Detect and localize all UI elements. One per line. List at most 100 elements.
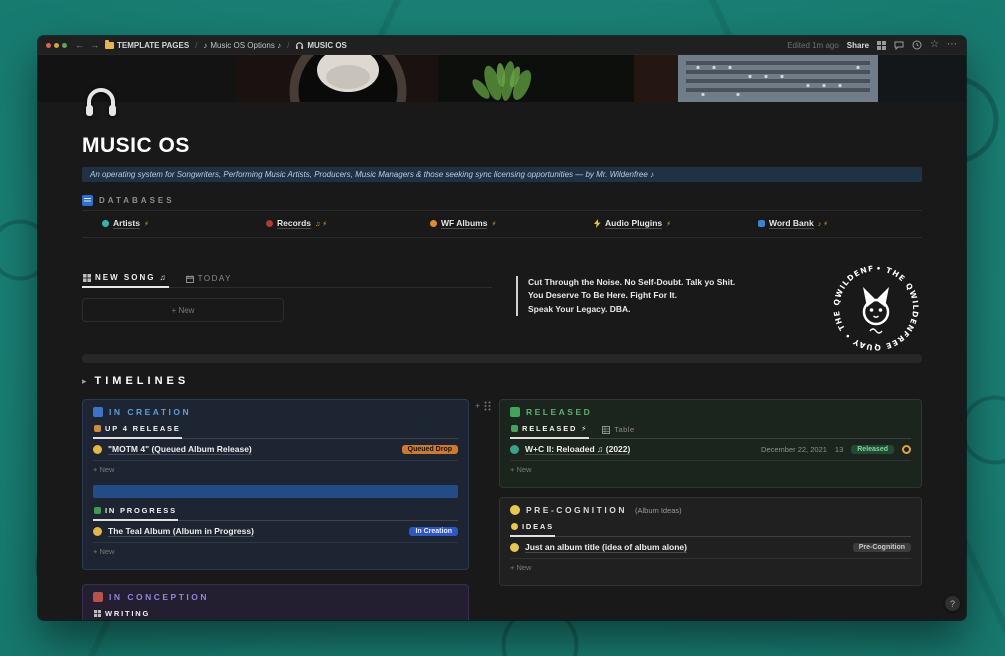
plus-icon[interactable]: +	[475, 401, 480, 411]
card-header: RELEASED	[510, 407, 911, 418]
tab-new-song[interactable]: NEW SONG ♫	[82, 270, 169, 289]
tab-released[interactable]: RELEASED ⚡	[510, 422, 590, 440]
page-icon-headphones[interactable]	[82, 82, 120, 120]
breadcrumb-separator: /	[287, 40, 290, 50]
back-arrow-icon[interactable]: ←	[75, 40, 84, 50]
right-column: RELEASED RELEASED ⚡ Table W+C II: Reload…	[499, 399, 922, 587]
forward-arrow-icon[interactable]: →	[90, 40, 99, 50]
status-badge: Pre-Cognition	[852, 543, 911, 553]
database-link-artists[interactable]: Artists ⚡	[102, 218, 266, 230]
status-badge: Released	[851, 445, 894, 455]
breadcrumb-label: TEMPLATE PAGES	[117, 40, 190, 50]
minimize-window-icon[interactable]	[54, 42, 59, 48]
traffic-lights	[46, 42, 67, 48]
tab-table[interactable]: Table	[601, 423, 635, 438]
board-icon	[94, 610, 101, 618]
close-window-icon[interactable]	[46, 42, 51, 48]
comments-icon[interactable]	[894, 41, 904, 50]
row-title: W+C II: Reloaded ♫ (2022)	[525, 444, 631, 456]
tab-up4release[interactable]: UP 4 RELEASE	[93, 422, 182, 440]
star-icon[interactable]: ☆	[930, 40, 939, 50]
tab-label: UP 4 RELEASE	[105, 424, 181, 434]
help-button[interactable]: ?	[945, 596, 960, 611]
new-song-tabs: NEW SONG ♫ TODAY	[82, 270, 492, 289]
databases-heading: DATABASES	[99, 196, 175, 205]
database-link-audio-plugins[interactable]: Audio Plugins ⚡	[594, 218, 758, 230]
status-badge: Queued Drop	[401, 445, 458, 455]
smiley-icon	[93, 527, 102, 537]
timelines-columns: + IN CREATION UP 4 RELEASE "MOTM 4" (Que…	[82, 399, 922, 620]
track-count: 13	[834, 445, 844, 455]
breadcrumb-music-os-options[interactable]: ♪ Music OS Options ♪	[203, 41, 281, 50]
bolt-icon: ♪ ⚡	[817, 220, 829, 228]
toggle-triangle-icon[interactable]: ▸	[82, 376, 87, 387]
add-new-button[interactable]: + New	[510, 461, 911, 478]
card-title: IN CONCEPTION	[109, 592, 210, 603]
page-content: MUSIC OS An operating system for Songwri…	[38, 134, 966, 620]
card-title: RELEASED	[526, 407, 593, 418]
row-title: Just an album title (idea of album alone…	[525, 542, 687, 554]
card-tabs: IN PROGRESS	[93, 504, 458, 522]
more-icon[interactable]: ⋯	[947, 40, 958, 50]
titlebar: ← → TEMPLATE PAGES / ♪ Music OS Options …	[38, 36, 966, 55]
bolt-icon: ⚡	[143, 220, 149, 228]
package-icon	[94, 425, 101, 433]
breadcrumb-template-pages[interactable]: TEMPLATE PAGES	[105, 39, 190, 50]
artists-icon	[102, 220, 109, 228]
card-header: PRE-COGNITION (Album Ideas)	[510, 505, 911, 516]
drag-dots-icon[interactable]	[484, 401, 491, 411]
status-badge: In Creation	[409, 527, 458, 537]
status-ring-icon	[902, 445, 911, 455]
row-album-title-idea[interactable]: Just an album title (idea of album alone…	[510, 537, 911, 560]
clock-icon[interactable]	[912, 40, 922, 50]
breadcrumb-label: Music OS Options ♪	[210, 40, 282, 50]
share-button[interactable]: Share	[847, 41, 869, 50]
tab-label: WRITING	[105, 609, 151, 619]
row-title: "MOTM 4" (Queued Album Release)	[108, 444, 252, 456]
breadcrumb-music-os[interactable]: MUSIC OS	[295, 41, 347, 50]
row-meta: Queued Drop	[401, 445, 458, 455]
row-teal-album[interactable]: The Teal Album (Album in Progress) In Cr…	[93, 521, 458, 544]
row-wc2-reloaded[interactable]: W+C II: Reloaded ♫ (2022) December 22, 2…	[510, 439, 911, 462]
database-link-wf-albums[interactable]: WF Albums ⚡	[430, 218, 594, 230]
tab-label: IDEAS	[522, 522, 554, 532]
brand-logo-qwildenfree: • THE QWILDENFREE QUAY • THE QWILDENFREE…	[830, 262, 922, 354]
red-book-icon	[93, 592, 103, 603]
music-note-icon	[94, 507, 101, 515]
bulb-icon	[510, 505, 520, 516]
quote-text: Cut Through the Noise. No Self-Doubt. Ta…	[516, 276, 802, 316]
database-link-label: Records	[277, 218, 312, 230]
database-link-label: Word Bank	[769, 218, 814, 230]
column-drag-handle[interactable]: +	[475, 401, 491, 411]
blue-book-icon	[93, 407, 103, 418]
tab-label: Table	[614, 425, 635, 435]
row-title: The Teal Album (Album in Progress)	[108, 526, 254, 538]
row-motm4[interactable]: "MOTM 4" (Queued Album Release) Queued D…	[93, 439, 458, 462]
tab-today[interactable]: TODAY	[185, 271, 233, 287]
database-link-label: Audio Plugins	[605, 218, 663, 230]
grid-icon[interactable]	[877, 40, 887, 50]
tab-ideas[interactable]: IDEAS	[510, 520, 555, 538]
selected-row-highlight[interactable]	[93, 485, 458, 499]
bulb-icon	[511, 523, 518, 531]
zoom-window-icon[interactable]	[62, 42, 67, 48]
add-new-button[interactable]: + New	[510, 559, 911, 576]
bulb-icon	[510, 543, 519, 553]
quote-block: Cut Through the Noise. No Self-Doubt. Ta…	[516, 270, 802, 354]
add-new-button[interactable]: + New	[93, 543, 458, 560]
database-link-word-bank[interactable]: Word Bank ♪ ⚡	[758, 218, 922, 230]
tab-in-progress[interactable]: IN PROGRESS	[93, 504, 178, 522]
card-subtitle: (Album Ideas)	[634, 505, 682, 515]
bolt-icon: ⚡	[666, 220, 672, 228]
audio-plugins-icon	[594, 219, 601, 229]
card-title: PRE-COGNITION	[526, 505, 627, 516]
board-icon	[83, 273, 91, 282]
databases-section: DATABASES Artists ⚡ Records ♫ ⚡ WF Album…	[82, 192, 922, 239]
page-title: MUSIC OS	[82, 134, 190, 157]
tab-writing[interactable]: WRITING	[93, 607, 151, 620]
cover-image	[38, 55, 966, 102]
new-song-button[interactable]: + New	[82, 298, 284, 323]
database-link-records[interactable]: Records ♫ ⚡	[266, 218, 430, 230]
database-link-label: WF Albums	[441, 218, 488, 230]
add-new-button[interactable]: + New	[93, 461, 458, 478]
